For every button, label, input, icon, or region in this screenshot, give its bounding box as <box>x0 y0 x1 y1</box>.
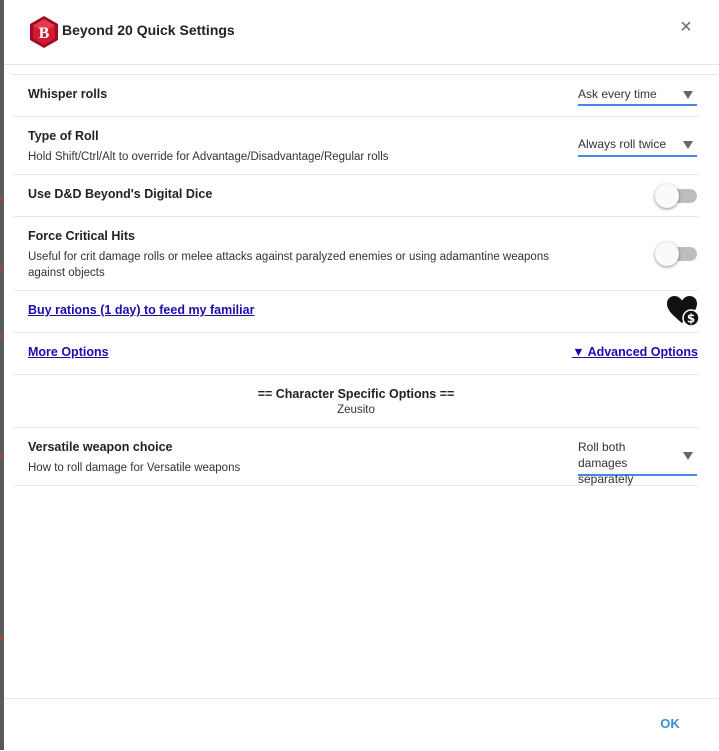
dropdown-arrow-icon <box>683 91 693 99</box>
character-name: Zeusito <box>337 404 375 416</box>
option-digital-dice: Use D&D Beyond's Digital Dice <box>14 175 698 217</box>
roll-type-select[interactable]: Always roll twice <box>578 136 697 157</box>
dropdown-arrow-icon <box>683 141 693 149</box>
dropdown-arrow-icon <box>683 452 693 460</box>
advanced-options-link[interactable]: ▼ Advanced Options <box>572 345 698 359</box>
force-critical-toggle[interactable] <box>655 242 699 266</box>
beyond20-logo-icon: B <box>30 16 58 48</box>
whisper-rolls-select[interactable]: Ask every time <box>578 86 697 106</box>
character-section-header: == Character Specific Options == Zeusito <box>14 375 698 428</box>
dialog-header: B Beyond 20 Quick Settings × <box>4 0 719 65</box>
option-title: Use D&D Beyond's Digital Dice <box>28 187 213 201</box>
more-options-link[interactable]: More Options <box>28 345 109 359</box>
dialog-footer: OK <box>4 698 719 751</box>
svg-text:B: B <box>39 25 50 42</box>
heart-dollar-icon[interactable]: $ <box>666 294 700 328</box>
quick-settings-dialog: B Beyond 20 Quick Settings × Whisper rol… <box>4 0 719 750</box>
option-versatile-weapon: Versatile weapon choice How to roll dama… <box>14 428 698 486</box>
option-title: Versatile weapon choice <box>28 440 173 454</box>
svg-text:$: $ <box>687 312 695 326</box>
select-value: Always roll twice <box>578 137 667 151</box>
digital-dice-toggle[interactable] <box>655 184 699 208</box>
select-value: Ask every time <box>578 87 657 101</box>
ok-button[interactable]: OK <box>650 716 690 734</box>
option-title: Type of Roll <box>28 129 99 143</box>
option-whisper-rolls: Whisper rolls Ask every time <box>14 75 698 117</box>
dialog-title: Beyond 20 Quick Settings <box>62 22 235 38</box>
close-icon[interactable]: × <box>676 15 696 39</box>
donate-link[interactable]: Buy rations (1 day) to feed my familiar <box>28 303 254 317</box>
option-description: Hold Shift/Ctrl/Alt to override for Adva… <box>28 151 389 163</box>
versatile-weapon-select[interactable]: Roll both damages separately <box>578 439 697 486</box>
section-title: == Character Specific Options == <box>257 387 455 401</box>
option-type-of-roll: Type of Roll Hold Shift/Ctrl/Alt to over… <box>14 117 698 175</box>
option-description: How to roll damage for Versatile weapons <box>28 462 241 474</box>
options-links-row: More Options ▼ Advanced Options <box>14 333 698 375</box>
toggle-knob <box>655 242 679 266</box>
toggle-knob <box>655 184 679 208</box>
option-title: Force Critical Hits <box>28 229 135 243</box>
option-title: Whisper rolls <box>28 87 108 101</box>
select-value: Roll both damages separately <box>578 440 634 486</box>
option-force-critical-hits: Force Critical Hits Useful for crit dama… <box>14 217 698 291</box>
option-description: Useful for crit damage rolls or melee at… <box>28 251 549 279</box>
donate-row: Buy rations (1 day) to feed my familiar … <box>14 291 700 333</box>
